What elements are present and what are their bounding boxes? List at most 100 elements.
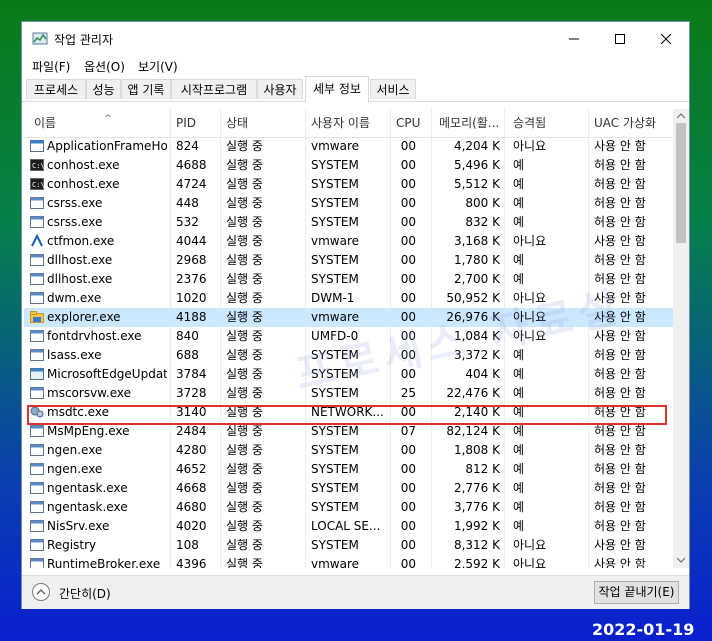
- scroll-up-icon[interactable]: [677, 113, 685, 119]
- table-row[interactable]: ngen.exe 4280 실행 중 SYSTEM 00 1,808 K 예 허용 안 함: [24, 441, 673, 460]
- cell-name: csrss.exe: [47, 196, 103, 210]
- cell-cpu: 00: [400, 557, 416, 568]
- minimize-button[interactable]: [551, 22, 597, 56]
- cell-uac: 사용 안 함: [594, 538, 646, 552]
- menu-file[interactable]: 파일(F): [32, 58, 70, 75]
- maximize-button[interactable]: [597, 22, 643, 56]
- cell-uac: 허용 안 함: [594, 367, 646, 381]
- cell-pid: 824: [176, 139, 199, 153]
- cell-cpu: 00: [400, 538, 416, 552]
- cell-pid: 4724: [176, 177, 207, 191]
- tab-processes[interactable]: 프로세스: [26, 79, 86, 99]
- cell-name: ngentask.exe: [47, 481, 128, 495]
- window-icon: [30, 444, 44, 456]
- cell-user: SYSTEM: [311, 215, 359, 229]
- column-header-uac[interactable]: UAC 가상화: [594, 109, 669, 137]
- cell-pid: 688: [176, 348, 199, 362]
- cell-status: 실행 중: [226, 177, 263, 191]
- window-icon: [30, 254, 44, 266]
- selection-highlight-box: [27, 405, 667, 425]
- window-icon: [30, 558, 44, 568]
- cell-cpu: 00: [400, 139, 416, 153]
- tab-users[interactable]: 사용자: [257, 79, 303, 99]
- cell-elev: 예: [513, 215, 525, 229]
- tab-app-history[interactable]: 앱 기록: [121, 79, 171, 99]
- cell-pid: 532: [176, 215, 199, 229]
- collapse-label[interactable]: 간단히(D): [59, 585, 111, 602]
- tab-services[interactable]: 서비스: [370, 79, 416, 99]
- table-row[interactable]: ngentask.exe 4668 실행 중 SYSTEM 00 2,776 K 예 허용 안…: [24, 479, 673, 498]
- cell-pid: 4688: [176, 158, 207, 172]
- vertical-scrollbar[interactable]: [673, 109, 689, 568]
- cell-mem: 8,312 K: [453, 538, 500, 552]
- collapse-button[interactable]: [32, 583, 50, 601]
- title-bar[interactable]: 작업 관리자: [22, 22, 689, 56]
- table-row[interactable]: NisSrv.exe 4020 실행 중 LOCAL SE... 00 1,992 K 예 허…: [24, 517, 673, 536]
- cell-user: SYSTEM: [311, 158, 359, 172]
- table-row[interactable]: ctfmon.exe 4044 실행 중 vmware 00 3,168 K 아니요 사용 안…: [24, 232, 673, 251]
- menu-view[interactable]: 보기(V): [138, 58, 178, 75]
- cell-elev: 예: [513, 500, 525, 514]
- cell-user: vmware: [311, 234, 360, 248]
- cell-name: MicrosoftEdgeUpdat...: [47, 367, 167, 381]
- table-row[interactable]: RuntimeBroker.exe 4396 실행 중 vmware 00 2,592 K…: [24, 555, 673, 568]
- table-row[interactable]: csrss.exe 532 실행 중 SYSTEM 00 832 K 예 허용 안 함: [24, 213, 673, 232]
- cell-user: DWM-1: [311, 291, 355, 305]
- cell-cpu: 00: [400, 158, 416, 172]
- column-header-pid[interactable]: PID: [176, 109, 221, 137]
- cell-name: Registry: [47, 538, 97, 552]
- menu-options[interactable]: 옵션(O): [84, 58, 125, 75]
- minimize-icon: [569, 38, 579, 40]
- cell-mem: 22,476 K: [446, 386, 500, 400]
- cell-status: 실행 중: [226, 139, 263, 153]
- scroll-down-icon[interactable]: [677, 557, 685, 563]
- cell-uac: 허용 안 함: [594, 519, 646, 533]
- cell-cpu: 00: [400, 443, 416, 457]
- table-row[interactable]: C:\ conhost.exe 4688 실행 중 SYSTEM 00 5,496 K 예 허용…: [24, 156, 673, 175]
- close-button[interactable]: [643, 22, 689, 56]
- cell-cpu: 00: [400, 234, 416, 248]
- cell-user: vmware: [311, 557, 360, 568]
- cell-mem: 3,776 K: [453, 500, 500, 514]
- cell-mem: 2,592 K: [453, 557, 500, 568]
- cell-mem: 5,512 K: [453, 177, 500, 191]
- window-icon: [30, 501, 44, 513]
- cell-name: RuntimeBroker.exe: [47, 557, 161, 568]
- tab-strip: 프로세스 성능 앱 기록 시작프로그램 사용자 세부 정보 서비스: [22, 76, 689, 102]
- column-header-cpu[interactable]: CPU: [396, 109, 426, 137]
- table-row[interactable]: dllhost.exe 2968 실행 중 SYSTEM 00 1,780 K 예 허용 안 …: [24, 251, 673, 270]
- cell-cpu: 00: [400, 177, 416, 191]
- menu-bar: 파일(F) 옵션(O) 보기(V): [22, 56, 689, 76]
- cell-cpu: 00: [400, 272, 416, 286]
- scrollbar-thumb[interactable]: [676, 123, 686, 243]
- cell-status: 실행 중: [226, 234, 263, 248]
- cell-uac: 허용 안 함: [594, 481, 646, 495]
- table-row[interactable]: csrss.exe 448 실행 중 SYSTEM 00 800 K 예 허용 안 함: [24, 194, 673, 213]
- cell-name: csrss.exe: [47, 215, 103, 229]
- column-header-user[interactable]: 사용자 이름: [311, 109, 391, 137]
- column-header-status[interactable]: 상태: [226, 109, 301, 137]
- cell-name: conhost.exe: [47, 177, 120, 191]
- cell-uac: 허용 안 함: [594, 177, 646, 191]
- table-row[interactable]: ApplicationFrameHo... 824 실행 중 vmware 00 4,20…: [24, 137, 673, 156]
- tab-performance[interactable]: 성능: [86, 79, 121, 99]
- column-header-elevated[interactable]: 승격됨: [513, 109, 583, 137]
- tab-startup[interactable]: 시작프로그램: [171, 79, 257, 99]
- cell-user: SYSTEM: [311, 462, 359, 476]
- cell-mem: 1,780 K: [453, 253, 500, 267]
- table-row[interactable]: ngen.exe 4652 실행 중 SYSTEM 00 812 K 예 허용 안 함: [24, 460, 673, 479]
- column-header-memory[interactable]: 메모리(활...: [439, 109, 509, 137]
- cell-cpu: 00: [400, 196, 416, 210]
- chevron-up-icon: [36, 589, 46, 595]
- table-row[interactable]: C:\ conhost.exe 4724 실행 중 SYSTEM 00 5,512 K 예 허용…: [24, 175, 673, 194]
- cell-status: 실행 중: [226, 500, 263, 514]
- tab-details[interactable]: 세부 정보: [305, 76, 369, 102]
- table-row[interactable]: Registry 108 실행 중 SYSTEM 00 8,312 K 아니요 사용 안 함: [24, 536, 673, 555]
- column-header-name[interactable]: ^ 이름: [34, 109, 169, 137]
- table-row[interactable]: ngentask.exe 4680 실행 중 SYSTEM 00 3,776 K 예 허용 안…: [24, 498, 673, 517]
- window-icon: [30, 387, 44, 399]
- close-icon: [661, 34, 671, 44]
- window-icon: [30, 463, 44, 475]
- cell-pid: 108: [176, 538, 199, 552]
- end-task-button[interactable]: 작업 끝내기(E): [594, 581, 679, 604]
